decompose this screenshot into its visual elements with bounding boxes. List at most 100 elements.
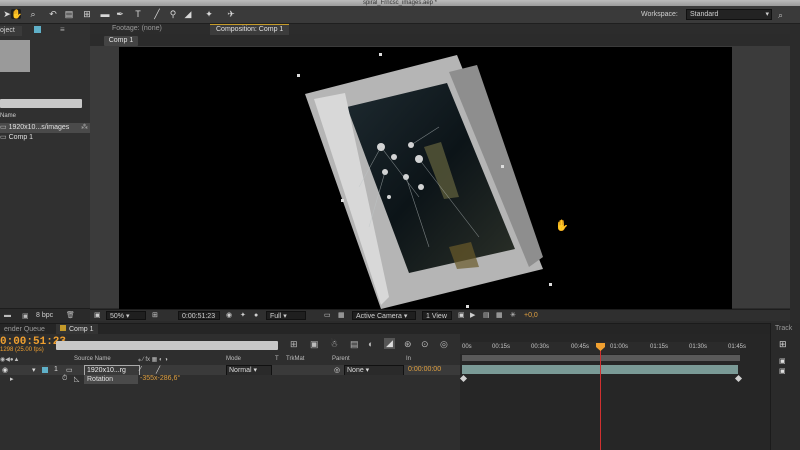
pen-tool-icon[interactable]: ✒ <box>115 9 125 19</box>
zoom-select[interactable]: 50% ▾ <box>106 311 146 320</box>
transform-handle <box>379 53 382 56</box>
project-item-label: 1920x10...s/images <box>8 124 70 131</box>
rectangle-tool-icon[interactable]: ▬ <box>100 9 110 19</box>
snapshot-icon[interactable]: ◉ <box>226 311 232 320</box>
layer-in-point[interactable]: 0:00:00:00 <box>408 366 441 373</box>
panel-menu-icon[interactable]: ≡ <box>60 25 65 34</box>
project-thumbnail <box>0 40 30 72</box>
zoom-tool-icon[interactable]: ⌕ <box>28 9 38 19</box>
color-channels-icon[interactable]: ● <box>254 311 258 320</box>
brainstorm-icon[interactable]: ⊛ <box>404 339 412 350</box>
composition-icon: ▭ <box>0 134 9 141</box>
auto-keyframe-icon[interactable]: ⊙ <box>421 339 429 350</box>
av-features-header-icon: ◉◀●▲ <box>0 357 20 363</box>
camera-select[interactable]: Active Camera ▾ <box>352 311 416 320</box>
trash-icon[interactable]: 🗑 <box>66 311 75 319</box>
new-comp-icon[interactable]: ▣ <box>22 312 29 320</box>
zoom-value: 50% <box>110 313 125 320</box>
composition-mini-flowchart-icon[interactable]: ⊞ <box>290 339 298 350</box>
panel-icon[interactable]: ▣ <box>779 357 786 365</box>
in-header[interactable]: In <box>406 356 411 362</box>
exposure-icon[interactable]: ✳ <box>510 311 516 320</box>
layer-number: 1 <box>54 366 58 373</box>
source-name-header[interactable]: Source Name <box>74 356 111 362</box>
workspace-select[interactable]: Standard ▾ <box>686 9 772 20</box>
switch-icon[interactable]: ⁄ <box>140 366 141 373</box>
project-item-comp[interactable]: ▭ Comp 1 <box>0 133 90 143</box>
project-tab[interactable]: oject <box>0 26 22 36</box>
fast-previews-icon[interactable]: ▶ <box>470 311 475 320</box>
exposure-value[interactable]: +0,0 <box>524 311 538 320</box>
work-area-bar[interactable] <box>462 355 740 361</box>
search-help-icon[interactable]: ⌕ <box>778 10 788 20</box>
motion-blur-icon[interactable]: ◐ <box>368 339 373 349</box>
live-update-icon[interactable]: ◎ <box>440 339 448 350</box>
hide-shy-layers-icon[interactable]: ☃ <box>330 339 338 350</box>
resolution-value: Full <box>270 313 282 320</box>
eraser-tool-icon[interactable]: ◢ <box>183 9 193 19</box>
region-of-interest-icon[interactable]: ▭ <box>324 311 331 320</box>
parent-header[interactable]: Parent <box>332 356 350 362</box>
pickwhip-icon[interactable]: ◎ <box>334 366 340 374</box>
graph-icon[interactable]: ◺ <box>74 375 79 383</box>
ruler-label: 01:15s <box>650 344 669 350</box>
twirl-down-icon[interactable]: ▾ <box>32 366 36 374</box>
flowchart-icon[interactable]: ▦ <box>496 311 503 320</box>
transparency-grid-icon[interactable]: ▦ <box>338 311 345 320</box>
tracker-tab-label[interactable]: Track <box>775 325 792 332</box>
brush-tool-icon[interactable]: ╱ <box>152 9 162 19</box>
timeline-icon[interactable]: ▤ <box>483 311 490 320</box>
show-snapshot-icon[interactable]: ✦ <box>240 311 246 320</box>
composition-color-icon <box>34 26 41 33</box>
pan-behind-tool-icon[interactable]: ⊞ <box>82 9 92 19</box>
safe-margins-icon[interactable]: ⊞ <box>152 311 158 320</box>
t-header: T <box>275 356 279 362</box>
frame-blending-icon[interactable]: ▤ <box>350 339 359 350</box>
layer-row[interactable]: ◉ ▾ 1 ▭ 1920x10...rg ⁄ ╱ Normal ▾ ◎ None… <box>0 365 460 376</box>
project-item-footage[interactable]: ▭ 1920x10...s/images ⁂ <box>0 123 90 133</box>
draft-3d-icon[interactable]: ▣ <box>310 339 319 350</box>
roto-brush-tool-icon[interactable]: ✦ <box>204 9 214 19</box>
rotate-tool-icon[interactable]: ↶ <box>48 9 58 19</box>
expand-arrow-icon[interactable]: ▸ <box>10 375 14 383</box>
hand-cursor-icon: ✋ <box>555 220 569 232</box>
rotated-footage-layer <box>297 53 552 309</box>
camera-tool-icon[interactable]: ▤ <box>64 9 74 19</box>
timeline-search-input[interactable] <box>56 341 278 350</box>
comp-breadcrumb[interactable]: Comp 1 <box>104 36 138 46</box>
composition-canvas[interactable] <box>119 47 732 309</box>
stopwatch-icon[interactable]: ⏱ <box>62 375 67 383</box>
project-bottom-bar: ▬ ▣ 8 bpc 🗑 <box>0 308 90 324</box>
bpc-label[interactable]: 8 bpc <box>36 312 53 319</box>
resolution-select[interactable]: Full ▾ <box>266 311 306 320</box>
mode-header[interactable]: Mode <box>226 356 241 362</box>
label-color-icon[interactable] <box>42 367 48 373</box>
panel-icon[interactable]: ⊞ <box>779 339 787 350</box>
quality-icon[interactable]: ╱ <box>156 366 160 374</box>
tab-composition[interactable]: Composition: Comp 1 <box>210 24 290 35</box>
project-column-name: Name <box>0 113 17 119</box>
playhead-line[interactable] <box>600 344 601 450</box>
property-label: Rotation <box>84 375 138 384</box>
transform-handle <box>341 199 344 202</box>
project-search-input[interactable] <box>0 99 82 108</box>
visibility-icon[interactable]: ◉ <box>2 366 8 374</box>
type-tool-icon[interactable]: T <box>133 9 143 19</box>
puppet-pin-tool-icon[interactable]: ✈ <box>226 9 236 19</box>
folder-icon[interactable]: ▬ <box>4 312 11 319</box>
graph-editor-icon[interactable]: ◢ <box>384 338 395 349</box>
property-row-rotation[interactable]: ▸ ⏱ ◺ Rotation -355x-286,6° <box>0 375 460 384</box>
transform-handle <box>297 74 300 77</box>
always-preview-icon[interactable]: ▣ <box>94 311 101 320</box>
parent-value: None <box>347 367 364 374</box>
clone-stamp-tool-icon[interactable]: ⚲ <box>168 9 178 19</box>
hand-tool-icon[interactable]: ✋ <box>11 9 22 19</box>
view-layout-select[interactable]: 1 View ▾ <box>422 311 452 329</box>
panel-icon[interactable]: ▣ <box>779 367 786 375</box>
rotation-value[interactable]: -355x-286,6° <box>140 375 180 382</box>
comp-color-icon <box>60 325 66 331</box>
current-time-display[interactable]: 0:00:51:23 <box>178 311 220 320</box>
toggle-pixel-aspect-icon[interactable]: ▣ <box>458 311 465 320</box>
tab-footage[interactable]: Footage: (none) <box>106 24 168 34</box>
ruler-label: 00:45s <box>571 344 590 350</box>
